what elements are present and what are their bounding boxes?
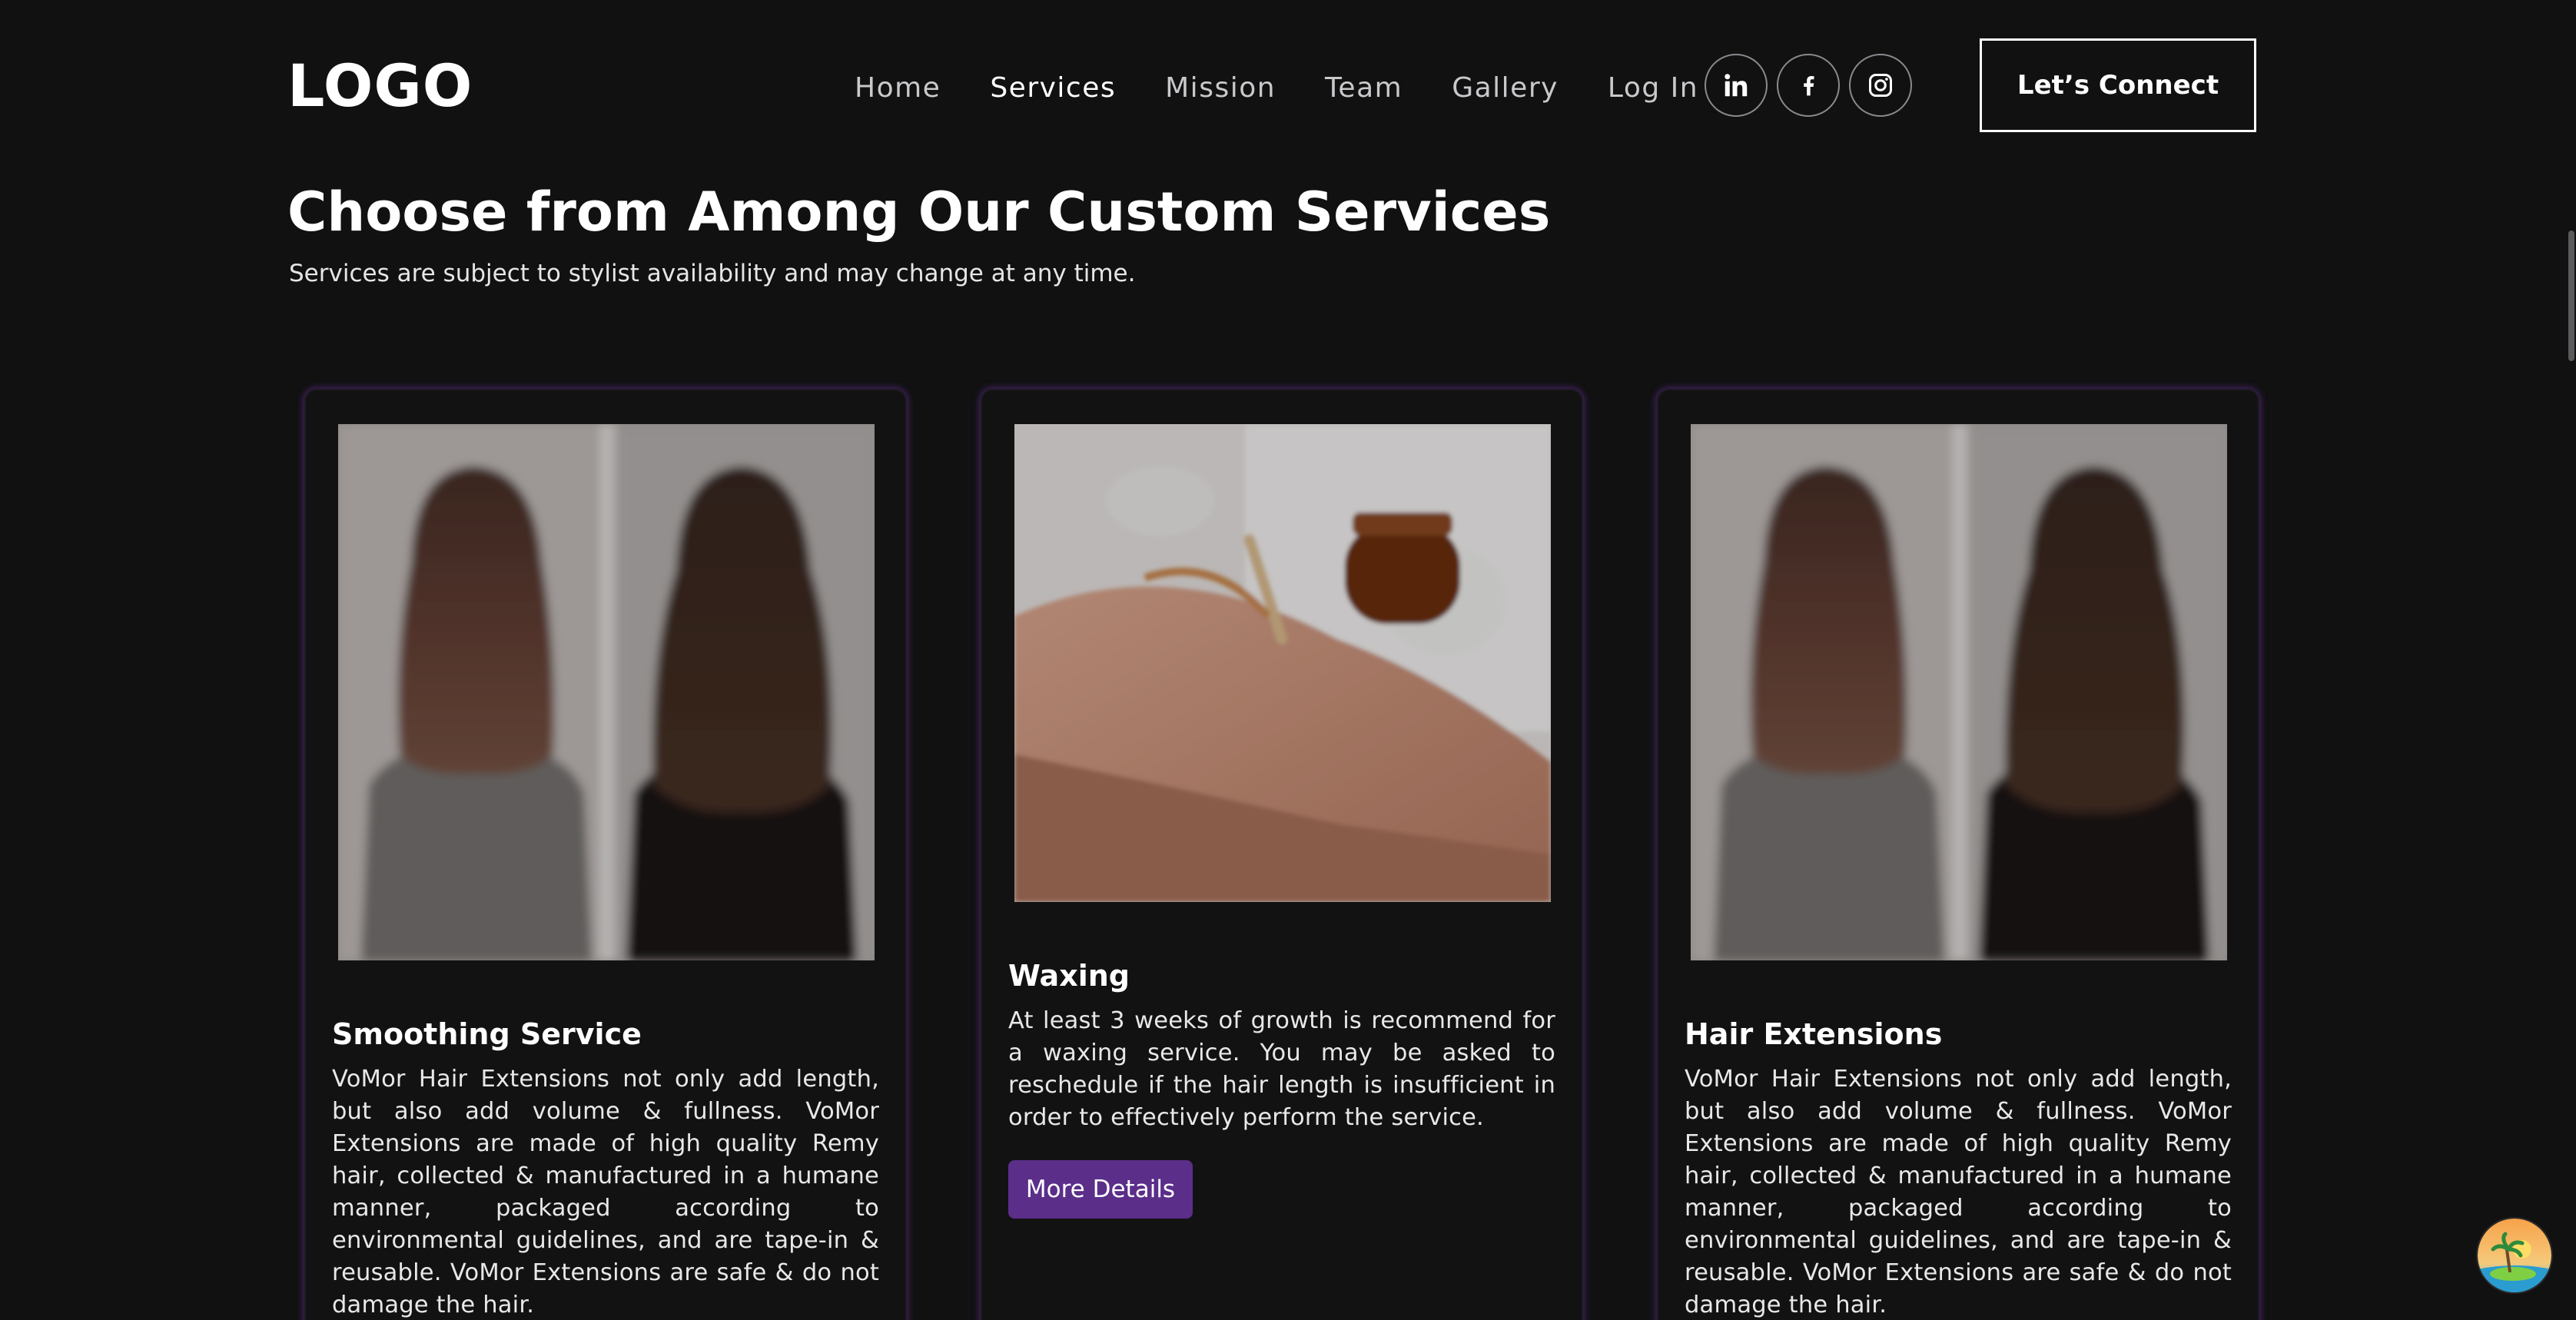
chat-widget-button[interactable] [2478, 1219, 2551, 1292]
nav-link-gallery[interactable]: Gallery [1452, 72, 1559, 104]
hair-photo-graphic [1691, 424, 2227, 960]
site-logo[interactable]: LOGO [287, 55, 473, 117]
instagram-button[interactable] [1849, 54, 1912, 117]
service-title: Waxing [1008, 959, 1130, 993]
leg-waxing-image [1014, 424, 1551, 902]
hair-before-after-image [1691, 424, 2227, 960]
scrollbar-thumb[interactable] [2568, 231, 2574, 361]
social-links [1705, 54, 1912, 117]
main-nav: Home Services Mission Team Gallery Log I… [855, 65, 1748, 111]
service-description: At least 3 weeks of growth is recommend … [1008, 1007, 1555, 1131]
linkedin-icon [1725, 74, 1748, 97]
nav-link-home[interactable]: Home [855, 72, 941, 104]
beach-island-icon [2478, 1219, 2551, 1292]
service-title: Smoothing Service [332, 1017, 642, 1051]
hair-before-after-image [338, 424, 875, 960]
linkedin-button[interactable] [1705, 54, 1768, 117]
page-subtitle: Services are subject to stylist availabi… [289, 260, 1136, 287]
nav-link-log-in[interactable]: Log In [1608, 72, 1698, 104]
service-card-smoothing: Smoothing Service VoMor Hair Extensions … [304, 389, 907, 1320]
lets-connect-button[interactable]: Let’s Connect [1980, 38, 2256, 132]
service-title: Hair Extensions [1685, 1017, 1943, 1051]
nav-link-mission[interactable]: Mission [1165, 72, 1276, 104]
hair-photo-graphic [338, 424, 875, 960]
waxing-photo-graphic [1014, 424, 1551, 902]
service-card-waxing: Waxing At least 3 weeks of growth is rec… [981, 389, 1583, 1320]
nav-link-services[interactable]: Services [990, 72, 1116, 104]
service-description: VoMor Hair Extensions not only add lengt… [1685, 1066, 2232, 1318]
instagram-icon [1869, 74, 1892, 97]
page: LOGO Home Services Mission Team Gallery … [0, 0, 2576, 1320]
more-details-button[interactable]: More Details [1008, 1160, 1193, 1219]
service-card-hair-extensions: Hair Extensions VoMor Hair Extensions no… [1657, 389, 2259, 1320]
facebook-icon [1804, 76, 1814, 96]
page-title: Choose from Among Our Custom Services [287, 181, 1551, 244]
nav-link-team[interactable]: Team [1325, 72, 1403, 104]
service-description: VoMor Hair Extensions not only add lengt… [332, 1066, 879, 1318]
facebook-button[interactable] [1777, 54, 1840, 117]
